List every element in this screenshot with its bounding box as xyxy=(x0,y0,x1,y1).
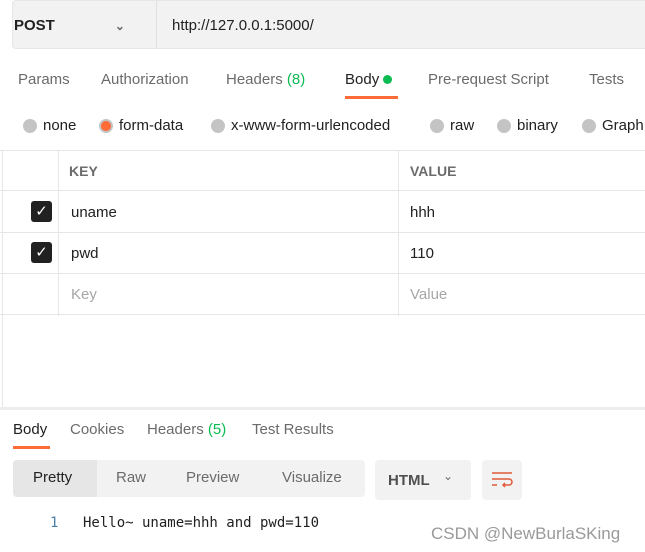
response-tab-test-results[interactable]: Test Results xyxy=(252,421,334,438)
radio-label: none xyxy=(43,117,77,134)
active-tab-indicator xyxy=(345,96,398,99)
response-tab-cookies[interactable]: Cookies xyxy=(70,421,124,438)
radio-icon xyxy=(582,118,596,133)
response-tab-headers[interactable]: Headers (5) xyxy=(147,421,226,438)
radio-selected-icon xyxy=(99,118,113,133)
view-visualize[interactable]: Visualize xyxy=(282,469,342,486)
wrap-lines-icon xyxy=(492,472,513,488)
response-content: Hello~ uname=hhh and pwd=110 xyxy=(83,515,320,531)
table-header: KEY VALUE xyxy=(0,150,645,191)
wrap-lines-button[interactable] xyxy=(482,460,522,500)
status-dot-icon xyxy=(383,75,393,84)
format-select[interactable]: HTML ⌄ xyxy=(375,460,471,500)
tab-label: Body xyxy=(345,71,380,88)
view-mode-group: Pretty Raw Preview Visualize xyxy=(13,460,365,497)
headers-count: (5) xyxy=(207,421,227,438)
response-tab-body[interactable]: Body xyxy=(13,421,47,438)
key-input[interactable]: Key xyxy=(71,286,97,303)
radio-raw[interactable]: raw xyxy=(430,117,474,134)
chevron-down-icon: ⌄ xyxy=(114,19,125,33)
table-row: ✓ uname hhh xyxy=(0,192,645,233)
checkbox[interactable]: ✓ xyxy=(31,201,52,222)
divider xyxy=(398,150,399,316)
radio-icon xyxy=(430,118,444,133)
radio-label: x-www-form-urlencoded xyxy=(231,117,391,134)
tab-label: Headers xyxy=(226,71,283,88)
tab-body[interactable]: Body xyxy=(345,71,393,88)
value-cell[interactable]: hhh xyxy=(410,204,435,221)
view-preview[interactable]: Preview xyxy=(186,469,239,486)
tab-headers[interactable]: Headers (8) xyxy=(226,71,305,88)
key-cell[interactable]: pwd xyxy=(71,245,99,262)
value-header: VALUE xyxy=(410,163,457,179)
watermark: CSDN @NewBurlaSKing xyxy=(431,524,621,543)
radio-none[interactable]: none xyxy=(23,117,76,134)
table-row-empty: Key Value xyxy=(0,274,645,315)
view-raw[interactable]: Raw xyxy=(116,469,146,486)
radio-label: Graph xyxy=(602,117,644,134)
radio-label: raw xyxy=(450,117,475,134)
headers-count: (8) xyxy=(286,71,306,88)
active-tab-indicator xyxy=(13,446,50,449)
format-label: HTML xyxy=(388,472,430,489)
line-number: 1 xyxy=(50,515,59,531)
divider xyxy=(156,1,157,48)
url-input[interactable]: http://127.0.0.1:5000/ xyxy=(172,17,314,34)
radio-icon xyxy=(497,118,511,133)
pane-resizer[interactable] xyxy=(0,407,645,410)
key-cell[interactable]: uname xyxy=(71,204,117,221)
radio-icon xyxy=(211,118,225,133)
tab-tests[interactable]: Tests xyxy=(589,71,624,88)
value-cell[interactable]: 110 xyxy=(410,245,434,262)
divider xyxy=(2,150,3,408)
method-select[interactable]: POST ⌄ xyxy=(14,17,125,34)
tab-authorization[interactable]: Authorization xyxy=(101,71,189,88)
radio-binary[interactable]: binary xyxy=(497,117,558,134)
tab-params[interactable]: Params xyxy=(18,71,70,88)
radio-label: binary xyxy=(517,117,558,134)
radio-graphql[interactable]: Graph xyxy=(582,117,644,134)
value-input[interactable]: Value xyxy=(410,286,447,303)
table-row: ✓ pwd 110 xyxy=(0,233,645,274)
checkbox[interactable]: ✓ xyxy=(31,242,52,263)
radio-label: form-data xyxy=(119,117,184,134)
radio-urlencoded[interactable]: x-www-form-urlencoded xyxy=(211,117,390,134)
tab-pre-request-script[interactable]: Pre-request Script xyxy=(428,71,549,88)
tab-label: Headers xyxy=(147,421,204,438)
divider xyxy=(58,150,59,316)
method-label: POST xyxy=(14,17,55,34)
key-header: KEY xyxy=(69,163,98,179)
radio-icon xyxy=(23,118,37,133)
view-pretty[interactable]: Pretty xyxy=(33,469,72,486)
radio-form-data[interactable]: form-data xyxy=(99,117,183,134)
chevron-down-icon: ⌄ xyxy=(443,469,454,483)
